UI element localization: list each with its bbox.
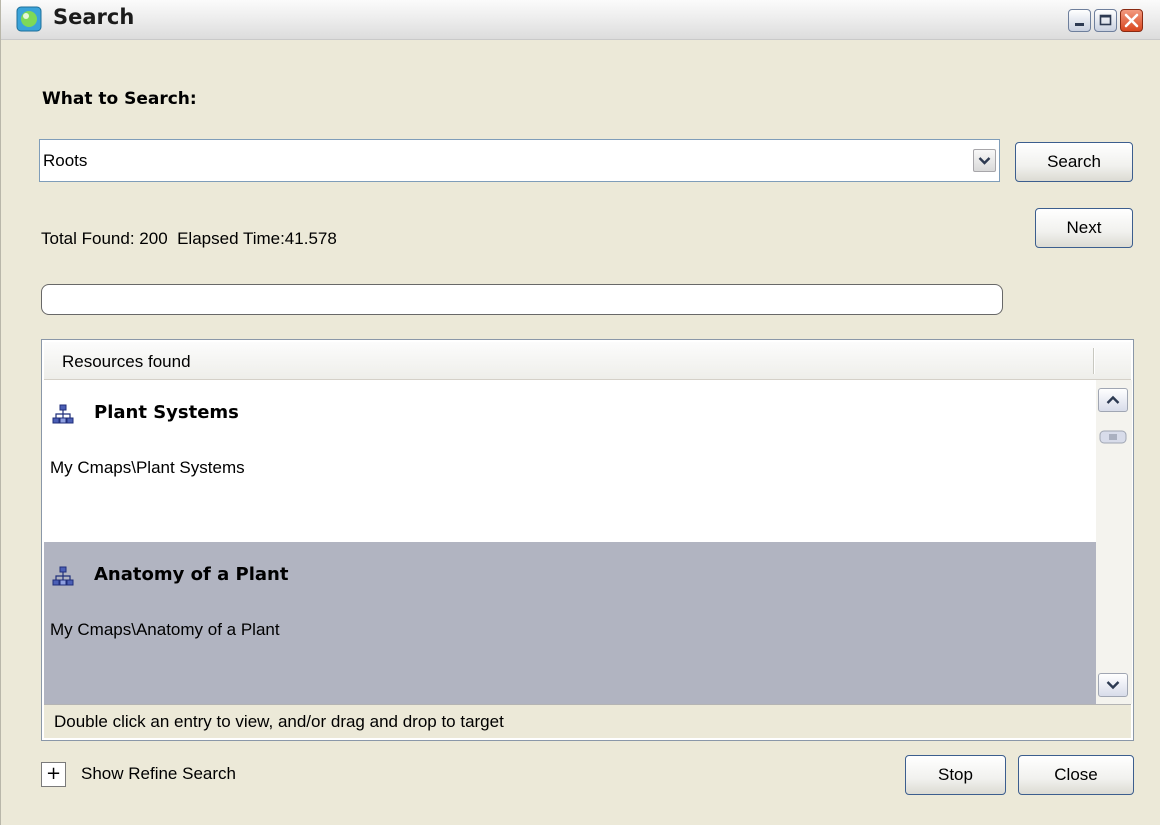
search-status-text: Total Found: 200 Elapsed Time:41.578 <box>41 229 337 248</box>
results-column-header[interactable]: Resources found <box>44 342 1131 380</box>
results-header-label: Resources found <box>62 352 191 371</box>
results-panel: Resources found Plant Systems My Cmaps\P… <box>41 339 1134 741</box>
result-title: Anatomy of a Plant <box>94 564 289 585</box>
minimize-button[interactable] <box>1068 9 1091 32</box>
cmap-icon <box>52 404 74 424</box>
chevron-down-icon <box>978 157 991 165</box>
result-path: My Cmaps\Plant Systems <box>50 458 245 477</box>
results-hint-text: Double click an entry to view, and/or dr… <box>54 712 504 731</box>
title-bar[interactable]: Search <box>1 0 1160 40</box>
scroll-down-button[interactable] <box>1098 673 1128 697</box>
what-to-search-label: What to Search: <box>42 89 197 109</box>
result-item-anatomy-of-a-plant[interactable]: Anatomy of a Plant My Cmaps\Anatomy of a… <box>44 542 1096 704</box>
search-button[interactable]: Search <box>1015 142 1133 182</box>
stop-button[interactable]: Stop <box>905 755 1006 795</box>
result-title: Plant Systems <box>94 402 239 423</box>
cmap-app-icon <box>16 6 42 32</box>
close-button[interactable]: Close <box>1018 755 1134 795</box>
chevron-down-icon <box>1106 681 1120 690</box>
scroll-up-button[interactable] <box>1098 388 1128 412</box>
chevron-up-icon <box>1106 395 1120 404</box>
show-refine-search-label[interactable]: Show Refine Search <box>81 764 236 784</box>
maximize-button[interactable] <box>1094 9 1117 32</box>
column-separator[interactable] <box>1093 348 1095 374</box>
next-button[interactable]: Next <box>1035 208 1133 248</box>
maximize-icon <box>1099 14 1112 26</box>
combo-dropdown-button[interactable] <box>973 149 996 172</box>
results-list: Plant Systems My Cmaps\Plant Systems Ana… <box>44 380 1096 704</box>
search-window: Search What to Search: Roots Search Next… <box>0 0 1160 825</box>
close-icon <box>1124 13 1139 28</box>
result-path: My Cmaps\Anatomy of a Plant <box>50 620 280 639</box>
scroll-thumb[interactable] <box>1098 430 1128 444</box>
close-window-button[interactable] <box>1120 9 1143 32</box>
minimize-icon <box>1075 23 1084 26</box>
result-item-plant-systems[interactable]: Plant Systems My Cmaps\Plant Systems <box>44 380 1096 542</box>
show-refine-search-toggle[interactable]: + <box>41 762 66 787</box>
search-query-combobox[interactable]: Roots <box>39 139 1000 182</box>
cmap-icon <box>52 566 74 586</box>
results-hint-bar: Double click an entry to view, and/or dr… <box>44 704 1131 738</box>
results-scrollbar[interactable] <box>1096 380 1132 704</box>
search-progress-bar <box>41 284 1003 315</box>
search-query-value[interactable]: Roots <box>43 151 87 171</box>
window-title: Search <box>53 5 135 29</box>
